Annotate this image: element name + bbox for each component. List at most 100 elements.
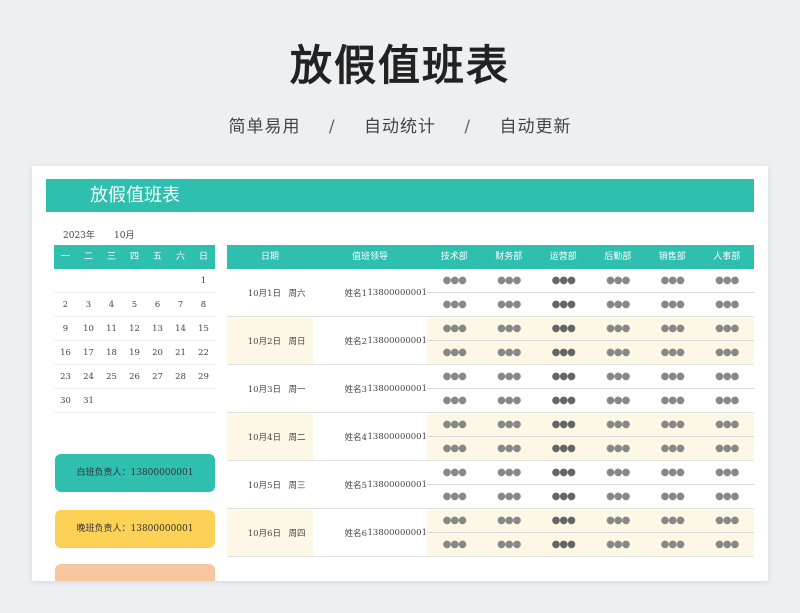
dept-placeholder: ●●● xyxy=(715,491,739,502)
weekday-label: 六 xyxy=(175,252,185,262)
duty-weekday: 周四 xyxy=(288,528,306,539)
dept-subrow: ●●● ●●● ●●● ●●● ●●● ●●● xyxy=(427,341,754,364)
dept-placeholder: ●●● xyxy=(442,467,467,478)
duty-date: 10月6日 xyxy=(247,528,281,539)
dept-placeholder: ●●● xyxy=(606,299,630,310)
sheet-title: 放假值班表 xyxy=(46,179,754,212)
calendar-body: 1 2 3 4 5 6 7 8 9 10 11 12 13 14 15 16 17 18 19 20 21 22 23 24 2… xyxy=(54,269,215,413)
dept-placeholder: ●●● xyxy=(715,347,739,358)
duty-date: 10月4日 xyxy=(247,432,281,443)
dept-placeholder: ●●● xyxy=(442,371,467,382)
duty-date: 10月3日 xyxy=(247,384,281,395)
duty-date-cell: 10月1日 周六 xyxy=(227,269,313,316)
duty-row: 10月1日 周六 姓名1 13800000001 ●●● ●●● ●●● ●●● ●●● ●●● ●… xyxy=(227,269,754,317)
dept-cells: ●●● ●●● ●●● ●●● ●●● ●●● ●●● ●●● ●●● ●●● ●●● ●●● xyxy=(427,269,754,316)
dept-placeholder: ●●● xyxy=(606,395,630,406)
dept-placeholder: ●●● xyxy=(442,419,467,430)
duty-leader-cell: 姓名1 13800000001 xyxy=(313,269,427,316)
leader-phone: 13800000001 xyxy=(367,431,428,442)
calendar-day: 28 xyxy=(175,372,186,382)
dept-placeholder: ●●● xyxy=(606,467,630,478)
month-label: 10月 xyxy=(114,231,135,241)
dept-placeholder: ●●● xyxy=(715,467,739,478)
dept-placeholder: ●●● xyxy=(442,299,467,310)
calendar-weekday-header: 一 二 三 四 五 六 日 xyxy=(54,245,215,269)
calendar-week-row: 23 24 25 26 27 28 29 xyxy=(54,365,215,389)
calendar-day: 18 xyxy=(106,348,117,358)
duty-leader-cell: 姓名4 13800000001 xyxy=(313,413,427,460)
dept-placeholder: ●●● xyxy=(606,515,630,526)
dept-placeholder: ●●● xyxy=(660,299,685,310)
calendar-day: 23 xyxy=(60,372,71,382)
duty-leader-cell: 姓名6 13800000001 xyxy=(313,509,427,556)
leader-name: 姓名2 xyxy=(344,336,367,347)
dept-placeholder: ●●● xyxy=(551,443,576,454)
calendar-day: 16 xyxy=(60,348,71,358)
duty-date: 10月5日 xyxy=(247,480,281,491)
dept-placeholder: ●●● xyxy=(715,275,739,286)
calendar-day: 13 xyxy=(152,324,163,334)
calendar-day: 27 xyxy=(152,372,163,382)
feature-item: 自动统计 xyxy=(364,117,436,137)
dept-subrow: ●●● ●●● ●●● ●●● ●●● ●●● xyxy=(427,293,754,316)
weekday-label: 日 xyxy=(198,252,208,262)
weekday-label: 四 xyxy=(129,252,139,262)
dept-placeholder: ●●● xyxy=(715,395,739,406)
dept-cells: ●●● ●●● ●●● ●●● ●●● ●●● ●●● ●●● ●●● ●●● ●●● ●●● xyxy=(427,317,754,364)
dept-placeholder: ●●● xyxy=(442,515,467,526)
calendar-day: 17 xyxy=(83,348,94,358)
dept-placeholder: ●●● xyxy=(497,395,521,406)
duty-date-cell: 10月4日 周二 xyxy=(227,413,313,460)
weekday-label: 五 xyxy=(152,252,162,262)
dept-placeholder: ●●● xyxy=(497,323,521,334)
calendar-day: 20 xyxy=(152,348,163,358)
calendar-day xyxy=(169,269,192,292)
dept-placeholder: ●●● xyxy=(551,419,576,430)
night-shift-contact: 晚班负责人：13800000001 xyxy=(55,510,215,548)
dept-placeholder: ●●● xyxy=(606,539,630,550)
dept-placeholder: ●●● xyxy=(497,515,521,526)
duty-table-header: 日期 值班领导 技术部 财务部 运营部 后勤部 销售部 人事部 xyxy=(227,245,754,269)
dept-placeholder: ●●● xyxy=(660,539,685,550)
calendar-day: 1 xyxy=(200,276,207,286)
calendar-week-row: 2 3 4 5 6 7 8 xyxy=(54,293,215,317)
dept-placeholder: ●●● xyxy=(497,539,521,550)
dept-placeholder: ●●● xyxy=(442,323,467,334)
calendar-day: 11 xyxy=(106,324,117,334)
duty-date-cell: 10月2日 周日 xyxy=(227,317,313,364)
dept-placeholder: ●●● xyxy=(715,419,739,430)
duty-leader-cell: 姓名3 13800000001 xyxy=(313,365,427,412)
dept-placeholder: ●●● xyxy=(606,371,630,382)
separator: / xyxy=(328,117,336,137)
leader-name: 姓名3 xyxy=(344,384,367,395)
calendar-week-row: 16 17 18 19 20 21 22 xyxy=(54,341,215,365)
dept-placeholder: ●●● xyxy=(551,323,576,334)
calendar-day: 24 xyxy=(83,372,94,382)
header-leader: 值班领导 xyxy=(351,252,388,262)
dept-placeholder: ●●● xyxy=(551,347,576,358)
dept-placeholder: ●●● xyxy=(551,299,576,310)
duty-date: 10月2日 xyxy=(247,336,281,347)
leader-phone: 13800000001 xyxy=(367,527,428,538)
dept-cells: ●●● ●●● ●●● ●●● ●●● ●●● ●●● ●●● ●●● ●●● ●●● ●●● xyxy=(427,509,754,556)
dept-placeholder: ●●● xyxy=(497,443,521,454)
header-date: 日期 xyxy=(260,252,279,262)
calendar-day xyxy=(192,389,215,412)
duty-weekday: 周六 xyxy=(288,288,306,299)
dept-placeholder: ●●● xyxy=(442,395,467,406)
dept-placeholder: ●●● xyxy=(551,275,576,286)
dept-subrow: ●●● ●●● ●●● ●●● ●●● ●●● xyxy=(427,533,754,556)
duty-row: 10月2日 周日 姓名2 13800000001 ●●● ●●● ●●● ●●● ●●● ●●● ●… xyxy=(227,317,754,365)
dept-placeholder: ●●● xyxy=(497,419,521,430)
duty-weekday: 周三 xyxy=(288,480,306,491)
dept-placeholder: ●●● xyxy=(551,467,576,478)
header-dept: 运营部 xyxy=(549,252,577,262)
leader-phone: 13800000001 xyxy=(367,383,428,394)
calendar-day: 19 xyxy=(129,348,140,358)
duty-date-cell: 10月5日 周三 xyxy=(227,461,313,508)
calendar-day xyxy=(54,269,77,292)
dept-placeholder: ●●● xyxy=(715,443,739,454)
dept-placeholder: ●●● xyxy=(715,539,739,550)
header-dept: 财务部 xyxy=(495,252,523,262)
dept-placeholder: ●●● xyxy=(660,467,685,478)
